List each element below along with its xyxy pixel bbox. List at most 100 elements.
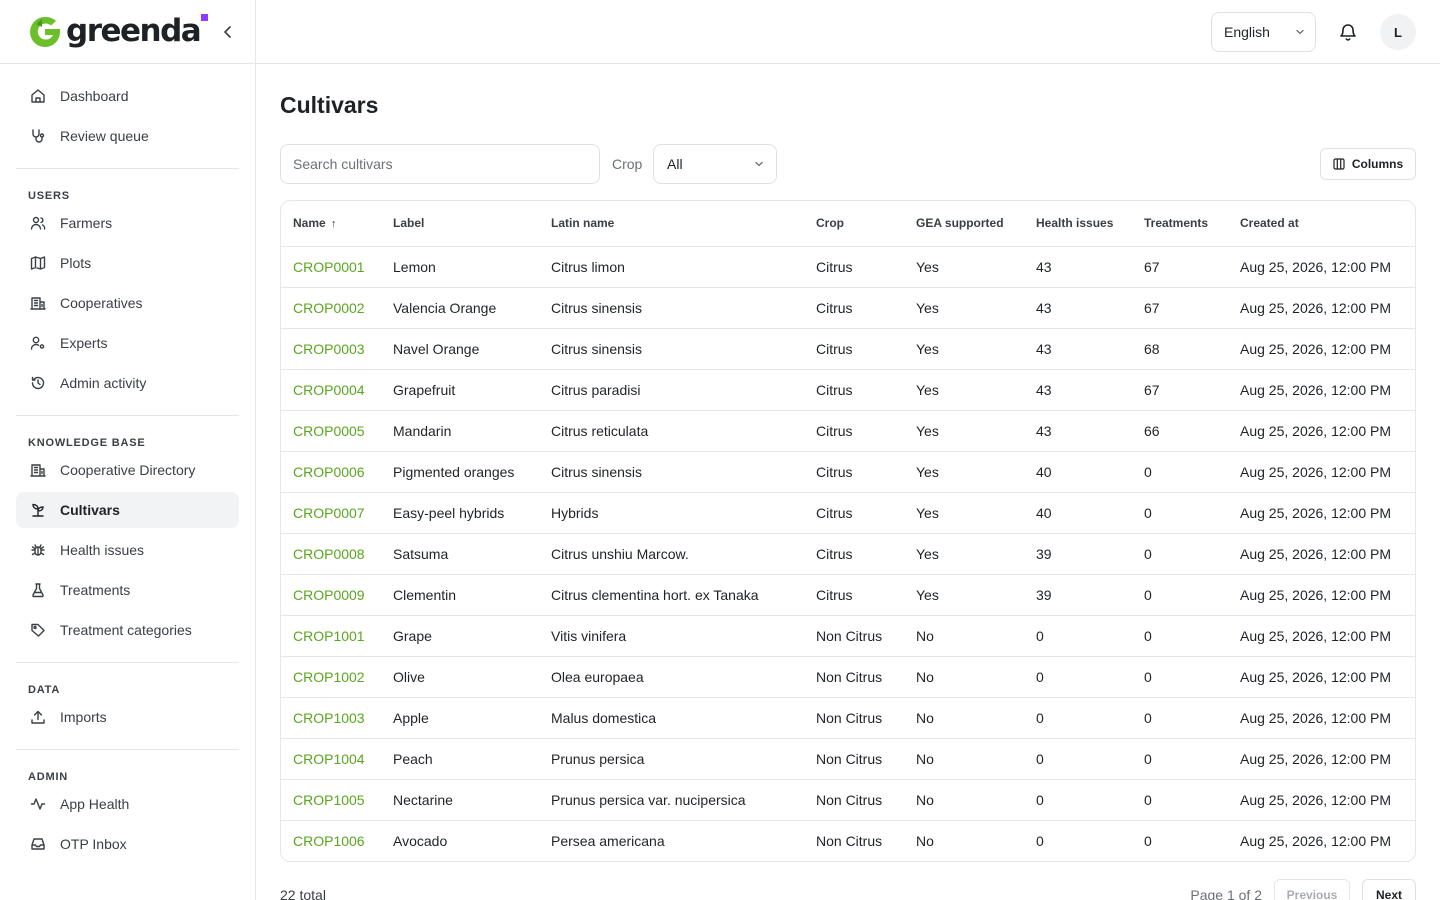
cell-health-issues: 43	[1024, 246, 1132, 288]
sidebar-item-farmers[interactable]: Farmers	[16, 205, 239, 241]
column-header-health-issues[interactable]: Health issues	[1024, 201, 1132, 247]
sidebar-item-experts[interactable]: Experts	[16, 325, 239, 361]
sidebar-item-cooperative-directory[interactable]: Cooperative Directory	[16, 452, 239, 488]
sidebar-item-cultivars[interactable]: Cultivars	[16, 492, 239, 528]
sidebar-item-label: OTP Inbox	[60, 836, 127, 852]
cell-name[interactable]: CROP1002	[281, 656, 381, 698]
page-title: Cultivars	[280, 92, 379, 118]
cell-label: Easy-peel hybrids	[381, 492, 539, 534]
cell-treatments: 0	[1132, 779, 1228, 821]
sidebar-header: greenda	[0, 0, 255, 64]
table-row[interactable]: CROP1003 Apple Malus domestica Non Citrus No…	[281, 697, 1415, 739]
sidebar-item-dashboard[interactable]: Dashboard	[16, 78, 239, 114]
tag-icon	[31, 623, 45, 637]
table-row[interactable]: CROP0004 Grapefruit Citrus paradisi Citrus Y…	[281, 369, 1415, 411]
cell-gea-supported: Yes	[904, 492, 1024, 534]
cell-name[interactable]: CROP0001	[281, 246, 381, 288]
sidebar-item-cooperatives[interactable]: Cooperatives	[16, 285, 239, 321]
brand-logo[interactable]: greenda	[28, 14, 209, 49]
sidebar-item-treatment-categories[interactable]: Treatment categories	[16, 612, 239, 648]
cell-gea-supported: Yes	[904, 533, 1024, 575]
cell-latin-name: Citrus clementina hort. ex Tanaka	[539, 574, 804, 616]
previous-button[interactable]: Previous	[1274, 879, 1350, 900]
nav-group-main: Dashboard Review queue	[16, 78, 239, 169]
sidebar-item-admin-activity[interactable]: Admin activity	[16, 365, 239, 401]
table-row[interactable]: CROP1006 Avocado Persea americana Non Citru…	[281, 820, 1415, 861]
sidebar-item-review-queue[interactable]: Review queue	[16, 118, 239, 154]
table-row[interactable]: CROP0005 Mandarin Citrus reticulata Citrus Y…	[281, 410, 1415, 452]
cell-health-issues: 43	[1024, 410, 1132, 452]
column-header-name[interactable]: Name ↑	[281, 201, 381, 247]
cell-name[interactable]: CROP1003	[281, 697, 381, 739]
cell-name[interactable]: CROP0005	[281, 410, 381, 452]
sidebar-item-label: Imports	[60, 709, 107, 725]
table-row[interactable]: CROP0009 Clementin Citrus clementina hort.…	[281, 574, 1415, 616]
columns-button[interactable]: Columns	[1320, 148, 1416, 180]
table-header-row: Name ↑ Label Latin name Crop GEA support…	[281, 201, 1415, 247]
table-row[interactable]: CROP0008 Satsuma Citrus unshiu Marcow. Citr…	[281, 533, 1415, 575]
table-row[interactable]: CROP1005 Nectarine Prunus persica var. nuc…	[281, 779, 1415, 821]
cell-name[interactable]: CROP0003	[281, 328, 381, 370]
cell-name[interactable]: CROP0006	[281, 451, 381, 493]
cell-latin-name: Hybrids	[539, 492, 804, 534]
sidebar-item-app-health[interactable]: App Health	[16, 786, 239, 822]
search-input[interactable]	[280, 144, 600, 184]
cell-health-issues: 39	[1024, 533, 1132, 575]
crop-filter-select[interactable]: All	[653, 144, 777, 184]
cell-name[interactable]: CROP1005	[281, 779, 381, 821]
cell-created-at: Aug 25, 2026, 12:00 PM	[1228, 574, 1415, 616]
cell-treatments: 67	[1132, 246, 1228, 288]
nav-group-knowledge-base: KNOWLEDGE BASE Cooperative Directory Culti…	[16, 426, 239, 663]
nav-section-label: USERS	[28, 190, 70, 202]
column-header-label[interactable]: Label	[381, 201, 539, 247]
table-row[interactable]: CROP0002 Valencia Orange Citrus sinensis Ci…	[281, 287, 1415, 329]
cell-name[interactable]: CROP0004	[281, 369, 381, 411]
column-header-treatments[interactable]: Treatments	[1132, 201, 1228, 247]
cell-name[interactable]: CROP1001	[281, 615, 381, 657]
cell-latin-name: Prunus persica	[539, 738, 804, 780]
table-row[interactable]: CROP1002 Olive Olea europaea Non Citrus No 0 0…	[281, 656, 1415, 698]
cell-name[interactable]: CROP0009	[281, 574, 381, 616]
crop-filter-label: Crop	[612, 156, 643, 172]
sidebar-item-treatments[interactable]: Treatments	[16, 572, 239, 608]
cell-health-issues: 43	[1024, 328, 1132, 370]
cell-name[interactable]: CROP0008	[281, 533, 381, 575]
table-row[interactable]: CROP1004 Peach Prunus persica Non Citrus No 0…	[281, 738, 1415, 780]
home-icon	[31, 89, 45, 103]
column-header-gea-supported[interactable]: GEA supported	[904, 201, 1024, 247]
cell-health-issues: 0	[1024, 779, 1132, 821]
cell-crop: Non Citrus	[804, 779, 904, 821]
table-row[interactable]: CROP0001 Lemon Citrus limon Citrus Yes 43 67 Au…	[281, 246, 1415, 288]
table-row[interactable]: CROP0006 Pigmented oranges Citrus sinensis…	[281, 451, 1415, 493]
bell-icon[interactable]	[1338, 22, 1358, 42]
sidebar-item-imports[interactable]: Imports	[16, 699, 239, 735]
next-button[interactable]: Next	[1362, 879, 1416, 900]
user-avatar[interactable]: L	[1380, 14, 1416, 50]
cell-label: Grapefruit	[381, 369, 539, 411]
history-icon	[31, 376, 45, 390]
cell-name[interactable]: CROP0007	[281, 492, 381, 534]
nav-group-data: DATA Imports	[16, 673, 239, 750]
sidebar-item-label: Dashboard	[60, 88, 129, 104]
cell-name[interactable]: CROP0002	[281, 287, 381, 329]
column-header-created-at[interactable]: Created at	[1228, 201, 1415, 247]
sidebar-item-plots[interactable]: Plots	[16, 245, 239, 281]
cell-name[interactable]: CROP1004	[281, 738, 381, 780]
column-header-latin-name[interactable]: Latin name	[539, 201, 804, 247]
collapse-sidebar-button[interactable]	[219, 22, 237, 42]
cell-latin-name: Persea americana	[551, 832, 665, 849]
cell-name[interactable]: CROP1006	[281, 820, 381, 861]
cell-label: Apple	[381, 697, 539, 739]
cell-label: Avocado	[393, 832, 448, 849]
table-row[interactable]: CROP0007 Easy-peel hybrids Hybrids Citrus Ye…	[281, 492, 1415, 534]
table-row[interactable]: CROP0003 Navel Orange Citrus sinensis Citru…	[281, 328, 1415, 370]
sidebar-item-otp-inbox[interactable]: OTP Inbox	[16, 826, 239, 862]
language-select[interactable]: English	[1211, 12, 1316, 52]
table-row[interactable]: CROP1001 Grape Vitis vinifera Non Citrus No 0…	[281, 615, 1415, 657]
cell-latin-name: Citrus sinensis	[539, 451, 804, 493]
nav-section-label: ADMIN	[28, 771, 69, 783]
cell-gea-supported: Yes	[904, 410, 1024, 452]
sidebar-item-health-issues[interactable]: Health issues	[16, 532, 239, 568]
column-header-crop[interactable]: Crop	[804, 201, 904, 247]
stethoscope-icon	[32, 129, 45, 143]
